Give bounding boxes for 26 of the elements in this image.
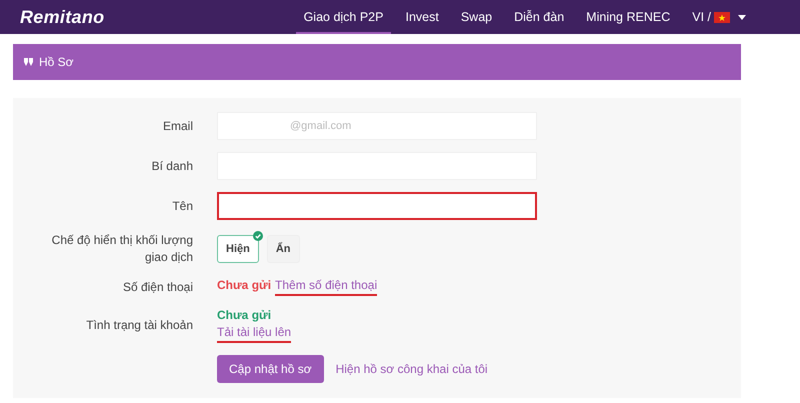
nav-link[interactable]: Swap	[452, 0, 500, 34]
flag-icon[interactable]	[714, 12, 730, 22]
nav-link[interactable]: Invest	[397, 0, 447, 34]
nav-link[interactable]: Diễn đàn	[506, 0, 572, 34]
quote-icon	[24, 58, 33, 66]
toggle-option[interactable]: Ẩn	[266, 235, 300, 263]
language-label[interactable]: VI /	[692, 10, 711, 24]
field-label: Tên	[171, 198, 193, 214]
input-field[interactable]	[217, 192, 537, 220]
action-link[interactable]: Tải tài liệu lên	[217, 325, 292, 343]
nav-link[interactable]: Mining RENEC	[578, 0, 678, 34]
action-link[interactable]: Thêm số điện thoại	[275, 278, 378, 296]
panel-title: Hồ Sơ	[39, 55, 74, 69]
nav-link[interactable]: Giao dịch P2P	[296, 0, 392, 34]
field-label: Tình trạng tài khoản	[85, 317, 193, 334]
field-label: Email	[162, 118, 193, 134]
status-text: Chưa gửi	[217, 308, 272, 322]
caret-icon[interactable]	[738, 14, 746, 20]
field-label: Bí danh	[150, 158, 193, 174]
field-label: Số điện thoại	[122, 278, 193, 296]
logo-text[interactable]: Remitano	[20, 6, 104, 28]
status-text: Chưa gửi	[217, 278, 272, 294]
update-profile-button[interactable]: Cập nhật hồ sơ	[217, 355, 324, 383]
check-icon	[252, 231, 263, 241]
field-label: Chế độ hiển thị khối lượng giao dịch	[50, 232, 193, 266]
public-profile-link[interactable]: Hiện hồ sơ công khai của tôi	[336, 362, 488, 376]
